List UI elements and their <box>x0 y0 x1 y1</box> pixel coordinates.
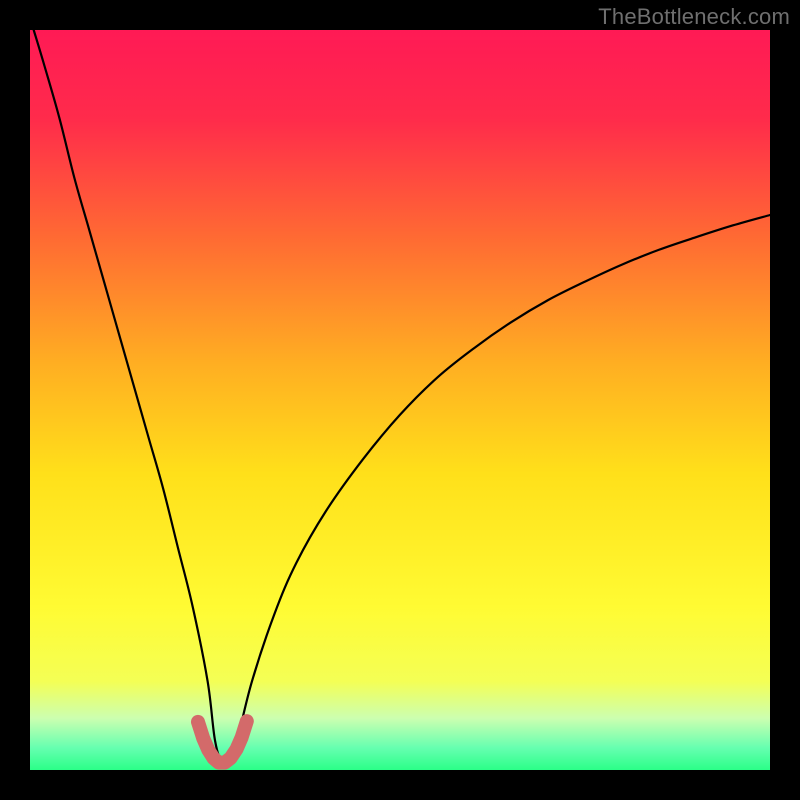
plot-background <box>30 30 770 770</box>
outer-frame: TheBottleneck.com <box>0 0 800 800</box>
chart-svg <box>0 0 800 800</box>
watermark-text: TheBottleneck.com <box>598 4 790 30</box>
